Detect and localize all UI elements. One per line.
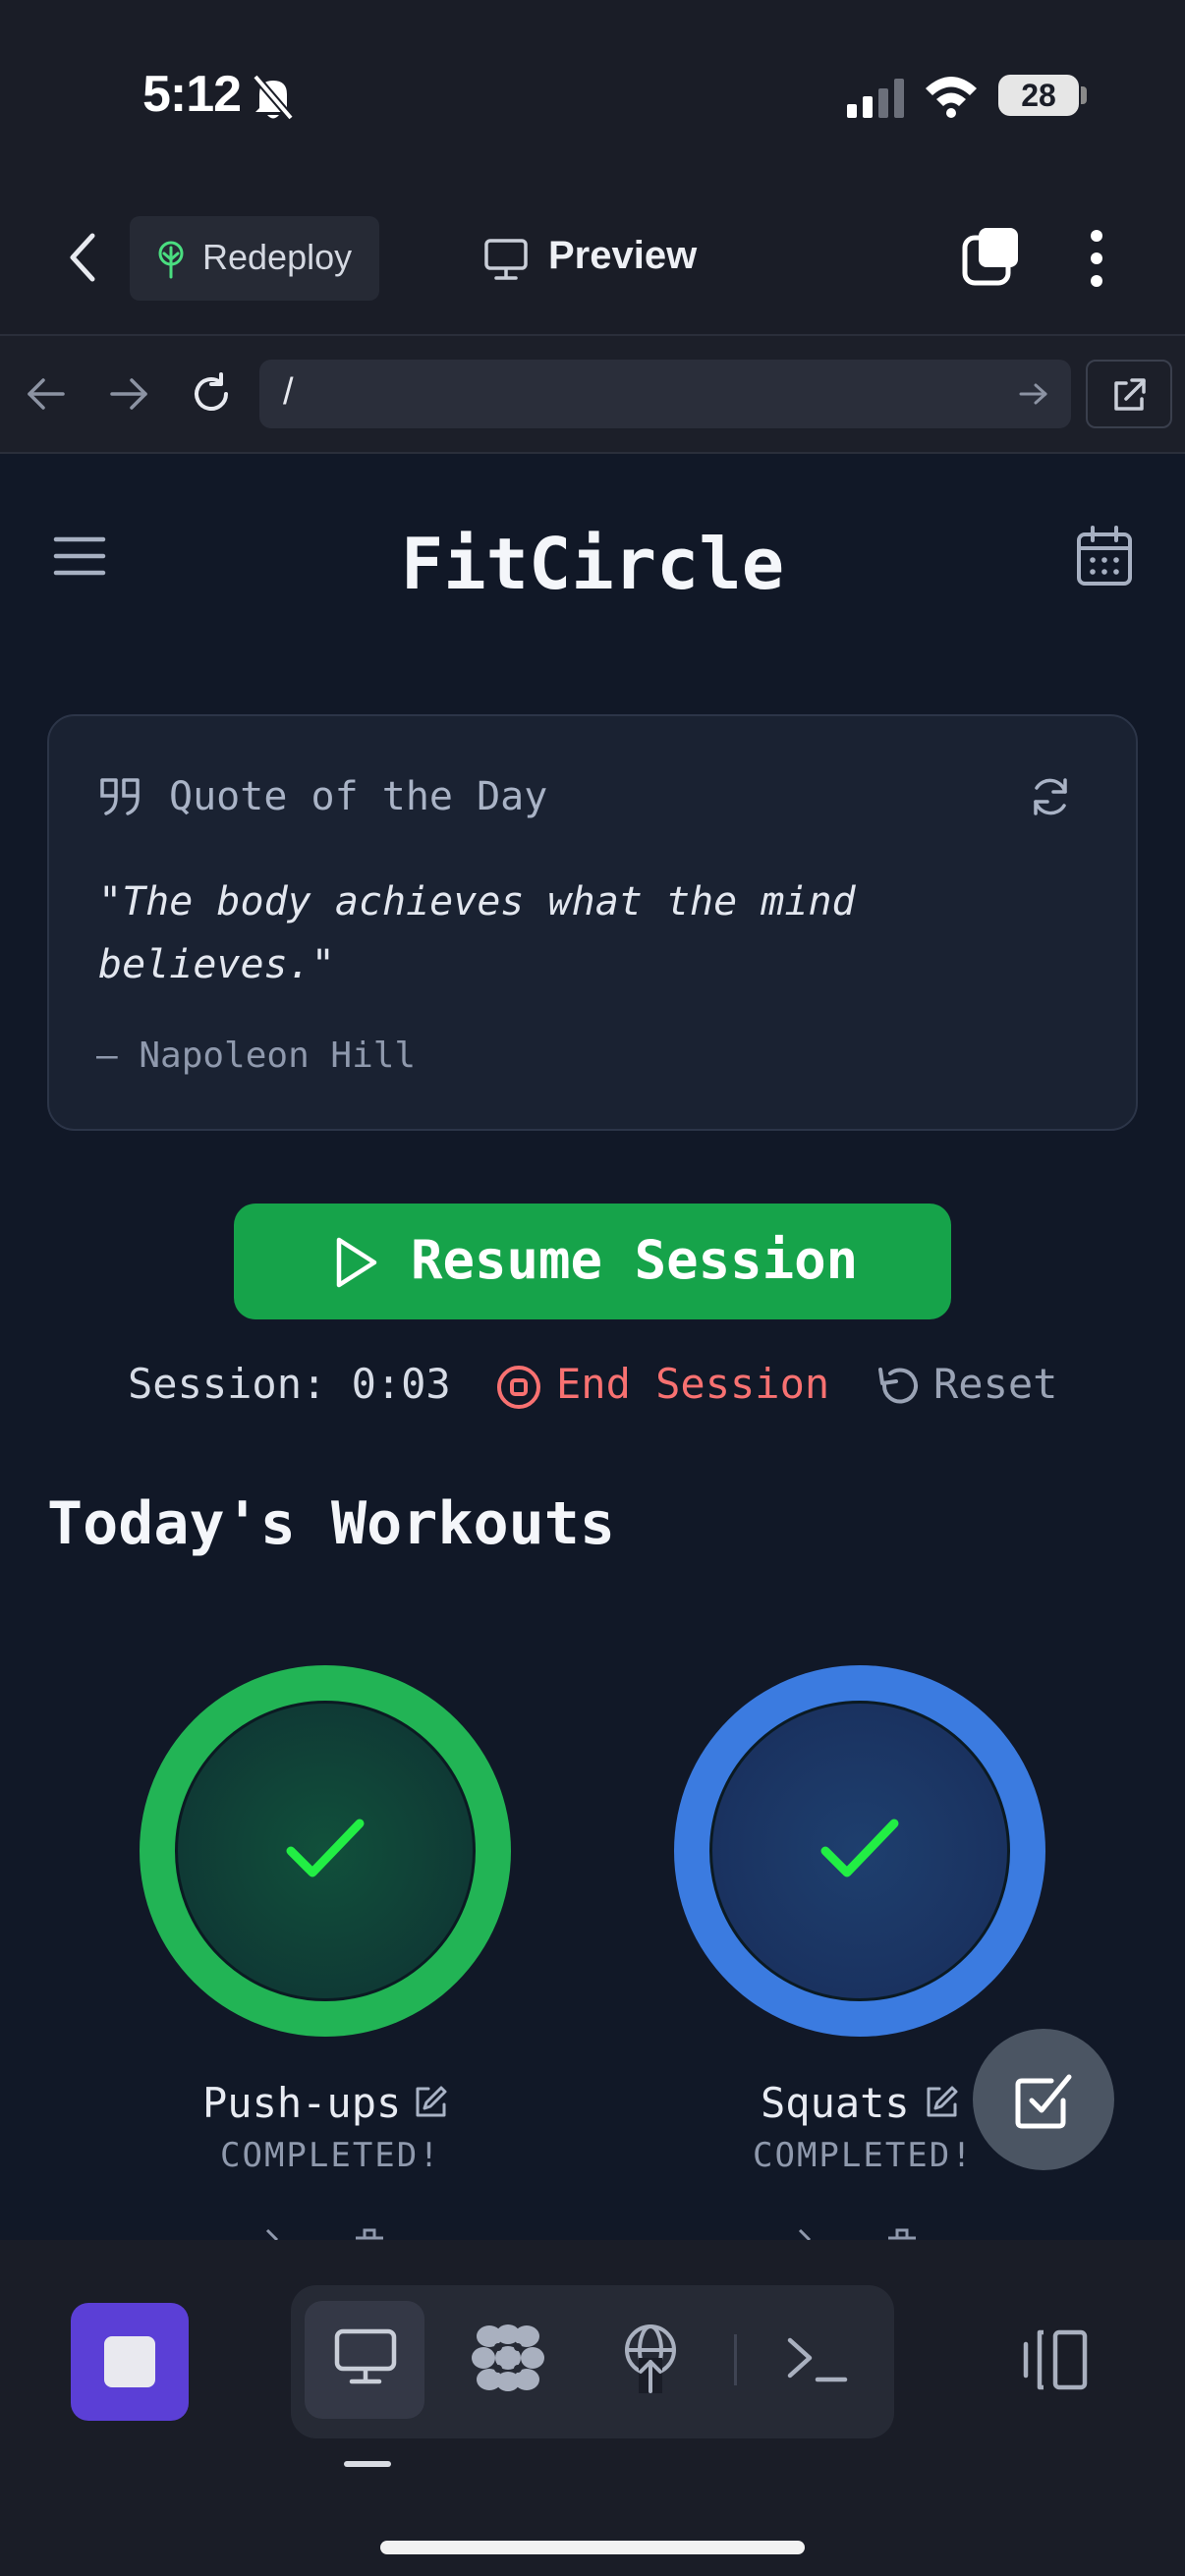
quote-icon <box>100 778 140 815</box>
stop-circle-icon[interactable] <box>495 1364 542 1411</box>
workout-name: Push-ups <box>202 2079 402 2127</box>
resume-session-label[interactable]: Resume Session <box>411 1229 858 1291</box>
quote-heading: Quote of the Day <box>169 774 548 819</box>
battery-indicator: 28 <box>998 75 1079 116</box>
url-input[interactable] <box>259 360 1071 428</box>
status-time: 5:12 <box>142 66 242 123</box>
back-icon[interactable] <box>65 232 100 283</box>
chevron-left-icon[interactable] <box>794 2228 816 2240</box>
workout-name: Squats <box>761 2079 910 2127</box>
preview-label[interactable]: Preview <box>548 234 697 278</box>
monitor-icon <box>484 239 528 280</box>
more-icon[interactable] <box>1085 228 1108 289</box>
tabs-icon[interactable] <box>961 226 1022 287</box>
url-text[interactable]: / <box>283 371 294 414</box>
calendar-icon[interactable] <box>1075 525 1134 588</box>
terminal-icon[interactable] <box>786 2334 849 2385</box>
checkmark-icon <box>820 1819 899 1877</box>
quote-text: "The body achieves what the mind believe… <box>98 879 856 987</box>
end-session-button[interactable]: End Session <box>556 1360 829 1408</box>
reset-icon[interactable] <box>875 1364 922 1411</box>
quote-author: — Napoleon Hill <box>96 1036 417 1076</box>
edit-icon[interactable] <box>924 2085 959 2120</box>
external-link-icon <box>1114 378 1146 411</box>
arrow-left-icon[interactable] <box>26 375 67 413</box>
split-view-icon[interactable] <box>1020 2328 1091 2391</box>
tree-icon <box>158 241 184 279</box>
session-timer: Session: 0:03 <box>128 1360 451 1408</box>
mute-bell-icon <box>252 74 295 121</box>
arrow-right-icon[interactable] <box>108 375 149 413</box>
workout-status: COMPLETED! <box>753 2136 974 2175</box>
refresh-icon[interactable] <box>1028 774 1073 819</box>
redeploy-label[interactable]: Redeploy <box>202 237 352 278</box>
chevron-left-icon[interactable] <box>261 2228 283 2240</box>
trash-icon[interactable] <box>354 2226 385 2240</box>
wifi-icon <box>926 77 977 118</box>
reload-icon[interactable] <box>189 371 234 417</box>
app-title: FitCircle <box>400 523 785 605</box>
stop-icon <box>104 2336 155 2387</box>
workout-status: COMPLETED! <box>220 2136 441 2175</box>
reset-button[interactable]: Reset <box>933 1360 1057 1408</box>
signal-icon <box>847 79 904 118</box>
edit-icon[interactable] <box>413 2085 448 2120</box>
tab-divider <box>734 2334 737 2385</box>
play-icon <box>336 1237 377 1288</box>
trash-icon[interactable] <box>886 2226 918 2240</box>
go-arrow-icon[interactable] <box>1018 380 1049 408</box>
battery-tip <box>1081 86 1087 104</box>
home-indicator[interactable] <box>380 2541 805 2554</box>
desktop-icon <box>334 2328 397 2384</box>
flower-icon[interactable] <box>470 2323 546 2393</box>
section-title: Today's Workouts <box>47 1489 615 1558</box>
active-tab-indicator <box>344 2461 391 2467</box>
deploy-icon[interactable] <box>619 2323 682 2393</box>
checkmark-icon <box>286 1819 365 1877</box>
check-square-icon <box>1015 2074 1072 2129</box>
